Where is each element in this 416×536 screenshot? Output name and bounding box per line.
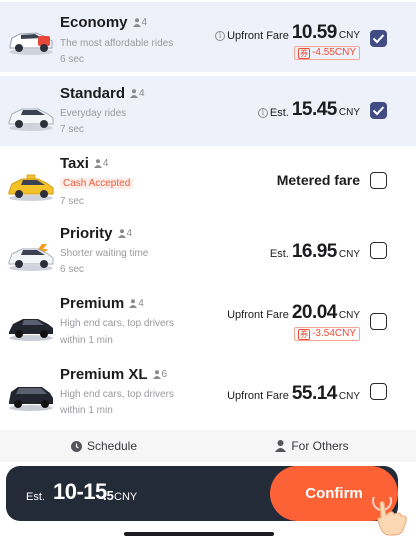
est-range: 10-15 [53,479,107,504]
ride-checkbox[interactable] [370,383,387,400]
price-currency: CNY [338,249,360,260]
check-icon [372,106,385,116]
ride-eta: within 1 min [60,335,113,346]
price-prefix: Upfront Fare [227,29,289,42]
seats-badge: 4 [130,88,145,99]
ride-eta: 6 sec [60,264,84,275]
price-amount: 15.45 [291,99,338,120]
ride-subtitle: Everyday rides [60,108,127,119]
for-others-button[interactable]: For Others [208,430,416,462]
info-icon[interactable]: i [215,30,226,41]
home-indicator [124,532,274,536]
ride-checkbox[interactable] [370,102,387,119]
ride-eta: within 1 min [60,405,113,416]
ride-option-priority[interactable]: Priority 4 Shorter waiting time 6 sec Es… [0,216,416,286]
ride-price: i Est. 15.45 CNY [257,99,360,121]
ride-option-premium-xl[interactable]: Premium XL 6 High end cars, top drivers … [0,358,416,428]
cash-accepted-tag: Cash Accepted [60,176,134,191]
ride-name: Economy [60,14,128,31]
est-label: Est. [26,491,45,503]
ride-name: Taxi [60,155,89,172]
ride-subtitle: Shorter waiting time [60,248,149,259]
seats-badge: 4 [132,17,148,28]
ride-option-premium[interactable]: Premium 4 High end cars, top drivers wit… [0,286,416,356]
discount-amount: -4.55CNY [312,47,356,58]
info-icon[interactable]: i [257,107,268,118]
person-icon [275,440,287,452]
discount-amount: -3.54CNY [312,328,356,339]
taxi-car-icon [8,174,54,201]
ride-checkbox[interactable] [370,242,387,259]
ride-eta: 7 sec [60,196,84,207]
seats-badge: 4 [117,228,133,239]
price-prefix: Est. [269,248,289,260]
ride-checkbox[interactable] [370,172,387,189]
ride-subtitle: The most affordable rides [60,38,174,49]
footer-links: Schedule For Others [0,430,416,462]
price-prefix: Upfront Fare [227,309,289,321]
economy-car-icon [9,32,53,55]
seats-count: 6 [161,369,168,380]
priority-car-icon [8,244,54,271]
schedule-label: Schedule [86,439,138,453]
price-prefix: Upfront Fare [227,390,289,402]
ride-price: Est. 16.95 CNY [270,241,360,263]
ride-eta: 7 sec [60,124,84,135]
price-currency: CNY [338,391,360,402]
est-currency: CNY [114,491,138,503]
person-icon [93,159,102,168]
ride-option-standard[interactable]: Standard 4 Everyday rides 7 sec i Est. 15… [0,76,416,146]
seats-count: 4 [141,17,148,28]
est-decimal: .5 [103,488,114,503]
ride-name: Priority [60,225,113,242]
person-icon [129,299,138,308]
check-icon [372,34,385,44]
discount-badge: 券 -4.55CNY [294,46,360,60]
seats-count: 4 [102,158,109,169]
ride-name: Premium [60,295,125,312]
for-others-label: For Others [291,439,349,453]
seats-badge: 4 [129,298,144,309]
seats-count: 4 [138,298,144,309]
price-amount: 20.04 [291,302,338,323]
ride-price: Upfront Fare 55.14 CNY [227,383,360,405]
fare-text: Metered fare [276,172,360,188]
ride-eta: 6 sec [60,54,84,65]
coupon-icon: 券 [298,328,311,340]
ride-subtitle: High end cars, top drivers [60,318,174,329]
standard-car-icon [8,108,54,131]
schedule-button[interactable]: Schedule [0,430,208,462]
ride-price: i Upfront Fare 10.59 CNY [215,22,360,44]
seats-count: 4 [126,228,133,239]
person-icon [152,370,161,379]
premium-car-icon [9,319,53,341]
price-amount: 10.59 [291,22,338,43]
ride-subtitle: High end cars, top drivers [60,389,174,400]
price-amount: 55.14 [291,383,338,404]
seats-badge: 4 [93,158,109,169]
ride-checkbox[interactable] [370,30,387,47]
ride-option-taxi[interactable]: Taxi 4 Cash Accepted 7 sec Metered fare [0,146,416,216]
person-icon [130,89,139,98]
discount-badge: 券 -3.54CNY [294,327,360,341]
price-currency: CNY [338,107,360,118]
seats-count: 4 [139,88,145,99]
coupon-icon: 券 [298,47,311,59]
price-amount: 16.95 [291,241,338,262]
person-icon [117,229,126,238]
seats-badge: 6 [152,369,168,380]
ride-price: Upfront Fare 20.04 CNY [227,302,360,324]
tap-hand-icon [372,497,407,536]
price-currency: CNY [338,310,360,321]
ride-option-economy[interactable]: Economy 4 The most affordable rides 6 se… [0,2,416,72]
clock-icon [70,440,82,452]
price-prefix: Est. [269,106,289,119]
price-summary-bar: Est. 10-15 .5 CNY Confirm [6,466,398,521]
ride-name: Standard [60,85,126,102]
ride-checkbox[interactable] [370,313,387,330]
price-currency: CNY [338,30,360,41]
ride-name: Premium XL [60,366,148,383]
premium-xl-car-icon [9,387,53,411]
person-icon [132,18,141,27]
